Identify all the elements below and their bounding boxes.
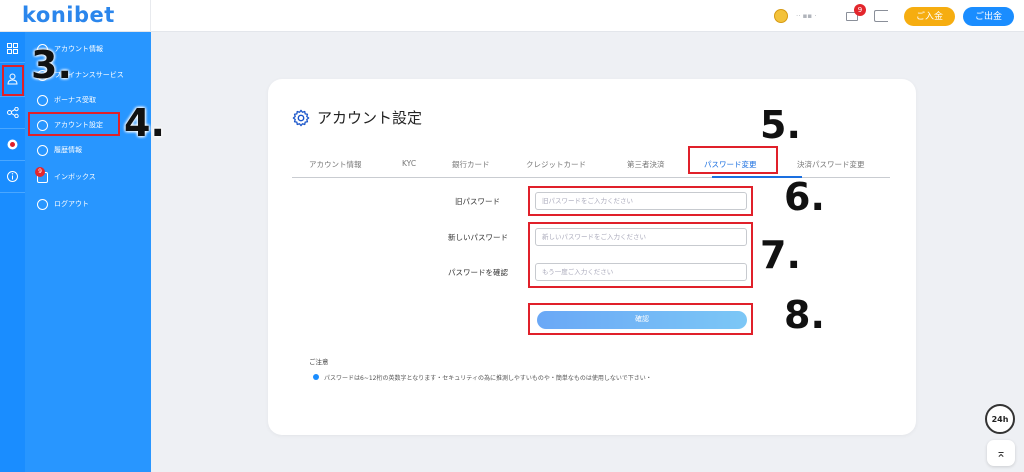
- old-password-label: 旧パスワード: [455, 197, 500, 206]
- note-bullet: [313, 374, 319, 380]
- sidebar-item-label: インボックス: [54, 173, 96, 181]
- tab-third-party[interactable]: 第三者決済: [627, 159, 665, 170]
- tab-credit-card[interactable]: クレジットカード: [526, 159, 586, 170]
- record-icon[interactable]: [6, 138, 19, 151]
- confirm-password-label: パスワードを確認: [448, 268, 508, 277]
- support-label: 24h: [991, 414, 1009, 424]
- deposit-button[interactable]: ご入金: [903, 6, 955, 26]
- withdraw-button[interactable]: ご出金: [962, 6, 1014, 26]
- new-password-label: 新しいパスワード: [448, 233, 508, 242]
- username: ·· ▪▪ ·: [795, 12, 817, 20]
- tab-bank-card[interactable]: 銀行カード: [452, 159, 490, 170]
- sidebar-item-inbox[interactable]: 9 インボックス: [35, 166, 96, 185]
- inbox-icon: 9: [35, 166, 48, 183]
- note-text: パスワードは6~12桁の英数字となります・セキュリティの為に推測しやすいものや・…: [324, 375, 652, 382]
- annotation-number-8: 8.: [784, 293, 825, 337]
- annotation-box-5: [688, 146, 778, 174]
- logout-icon[interactable]: [873, 10, 888, 22]
- page-title: アカウント設定: [292, 107, 422, 128]
- gear-icon: [292, 109, 310, 126]
- top-right-actions: ·· ▪▪ · 9 ご入金 ご出金: [773, 4, 1014, 26]
- sidebar-item-logout[interactable]: ログアウト: [37, 196, 89, 212]
- avatar[interactable]: [773, 9, 788, 23]
- annotation-number-6: 6.: [784, 175, 825, 219]
- annotation-box-7: [528, 222, 753, 288]
- annotation-box-3: [2, 65, 24, 96]
- top-bar: konibet ·· ▪▪ · 9 ご入金 ご出金: [0, 0, 1024, 32]
- tab-kyc[interactable]: KYC: [402, 159, 416, 168]
- annotation-box-6: [528, 186, 753, 216]
- mail-badge: 9: [853, 4, 866, 16]
- icon-rail: [0, 32, 25, 472]
- scroll-to-top-button[interactable]: ⌅: [987, 440, 1015, 466]
- arrow-up-icon: ⌅: [995, 446, 1007, 460]
- annotation-box-4: [28, 112, 120, 136]
- gift-icon: [37, 94, 48, 106]
- share-icon[interactable]: [6, 106, 19, 119]
- sidebar-item-bonus[interactable]: ボーナス受取: [37, 92, 96, 108]
- sidebar-item-history[interactable]: 履歴情報: [37, 142, 82, 158]
- inbox-badge: 9: [35, 166, 45, 177]
- logo-area: konibet: [0, 0, 151, 32]
- tab-payment-password[interactable]: 決済パスワード変更: [797, 159, 865, 170]
- sidebar-item-label: ボーナス受取: [54, 96, 96, 104]
- power-icon: [37, 198, 48, 210]
- sidebar-item-label: 履歴情報: [54, 146, 82, 154]
- annotation-number-7: 7.: [760, 233, 801, 277]
- mail-icon[interactable]: 9: [844, 4, 866, 23]
- support-24h-button[interactable]: 24h: [985, 404, 1015, 434]
- brand-logo[interactable]: konibet: [22, 3, 115, 27]
- sidebar-menu: アカウント情報 ファイナンスサービス ボーナス受取 アカウント設定 履歴情報 9…: [25, 32, 151, 472]
- info-icon[interactable]: [6, 170, 19, 183]
- sidebar-item-label: ログアウト: [54, 200, 89, 208]
- page-title-text: アカウント設定: [317, 109, 423, 127]
- tab-account-info[interactable]: アカウント情報: [309, 159, 362, 170]
- annotation-box-8: [528, 303, 753, 335]
- history-icon: [37, 144, 48, 156]
- annotation-number-5: 5.: [760, 103, 801, 147]
- notes-title: ご注意: [309, 358, 329, 366]
- annotation-number-3: 3.: [31, 43, 72, 87]
- grid-icon[interactable]: [6, 42, 19, 55]
- annotation-number-4: 4.: [124, 101, 165, 145]
